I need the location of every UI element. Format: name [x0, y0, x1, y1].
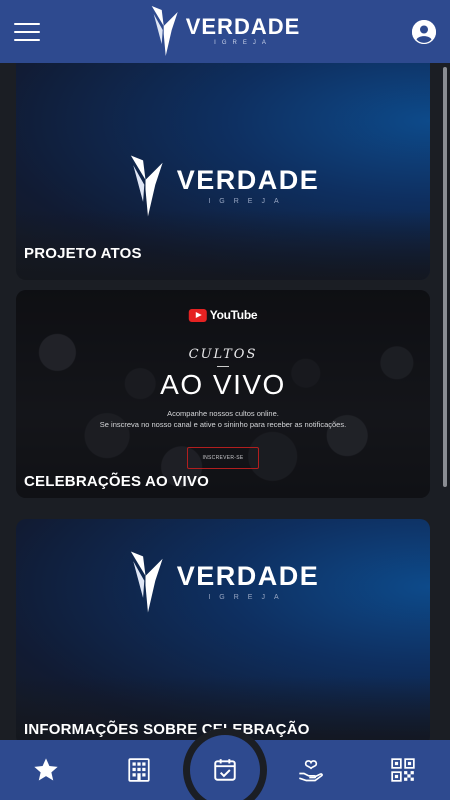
scrollbar[interactable] [443, 67, 447, 487]
profile-icon[interactable] [412, 19, 436, 44]
card-celebracoes-ao-vivo[interactable]: YouTube CULTOS AO VIVO Acompanhe nossos … [16, 290, 430, 498]
youtube-logo: YouTube [188, 308, 258, 322]
card-logo-subtext: IGREJA [208, 594, 288, 601]
building-icon [128, 758, 150, 782]
live-kicker: CULTOS [188, 347, 258, 362]
bottom-navigation [0, 728, 450, 800]
content-feed[interactable]: VERDADE IGREJA PROJETO ATOS YouTube CULT… [0, 63, 450, 740]
church-logo-mark-icon [151, 6, 178, 56]
card-title: PROJETO ATOS [24, 245, 142, 262]
card-logo-text: VERDADE [176, 165, 320, 195]
live-headline: AO VIVO [160, 369, 286, 400]
top-app-bar: VERDADE IGREJA [0, 0, 450, 63]
hand-heart-icon [299, 760, 323, 782]
header-logo-subtext: IGREJA [214, 40, 272, 46]
live-description-line-2: Se inscreva no nosso canal e ative o sin… [99, 420, 347, 429]
card-projeto-atos[interactable]: VERDADE IGREJA PROJETO ATOS [16, 63, 430, 280]
nav-favorites[interactable] [31, 755, 61, 785]
youtube-play-icon [188, 308, 207, 322]
live-description: Acompanhe nossos cultos online. Se inscr… [16, 408, 430, 430]
menu-icon[interactable] [14, 22, 40, 41]
calendar-check-icon [214, 759, 236, 781]
nav-qr-code[interactable] [388, 755, 418, 785]
header-logo: VERDADE IGREJA [150, 4, 301, 58]
card-logo-text: VERDADE [176, 561, 320, 591]
card-logo-subtext: IGREJA [208, 198, 288, 205]
youtube-wordmark: YouTube [209, 308, 258, 322]
card-logo: VERDADE IGREJA [127, 549, 320, 615]
nav-donations[interactable] [296, 755, 326, 785]
card-title: INFORMAÇÕES SOBRE CELEBRAÇÃO [24, 721, 310, 738]
header-logo-text: VERDADE [185, 14, 301, 39]
star-icon [34, 758, 58, 781]
card-informacoes-celebracao[interactable]: VERDADE IGREJA INFORMAÇÕES SOBRE CELEBRA… [16, 519, 430, 740]
card-title: CELEBRAÇÕES AO VIVO [24, 473, 209, 490]
nav-calendar[interactable] [190, 735, 260, 800]
qr-code-icon [391, 758, 415, 782]
subscribe-button[interactable]: INSCREVER-SE [187, 447, 259, 469]
divider [217, 366, 229, 367]
live-description-line-1: Acompanhe nossos cultos online. [167, 409, 279, 418]
app-screen: VERDADE IGREJA VERDADE IGREJA PROJETO AT… [0, 0, 450, 800]
nav-church[interactable] [124, 755, 154, 785]
church-logo-mark-icon [130, 551, 163, 613]
